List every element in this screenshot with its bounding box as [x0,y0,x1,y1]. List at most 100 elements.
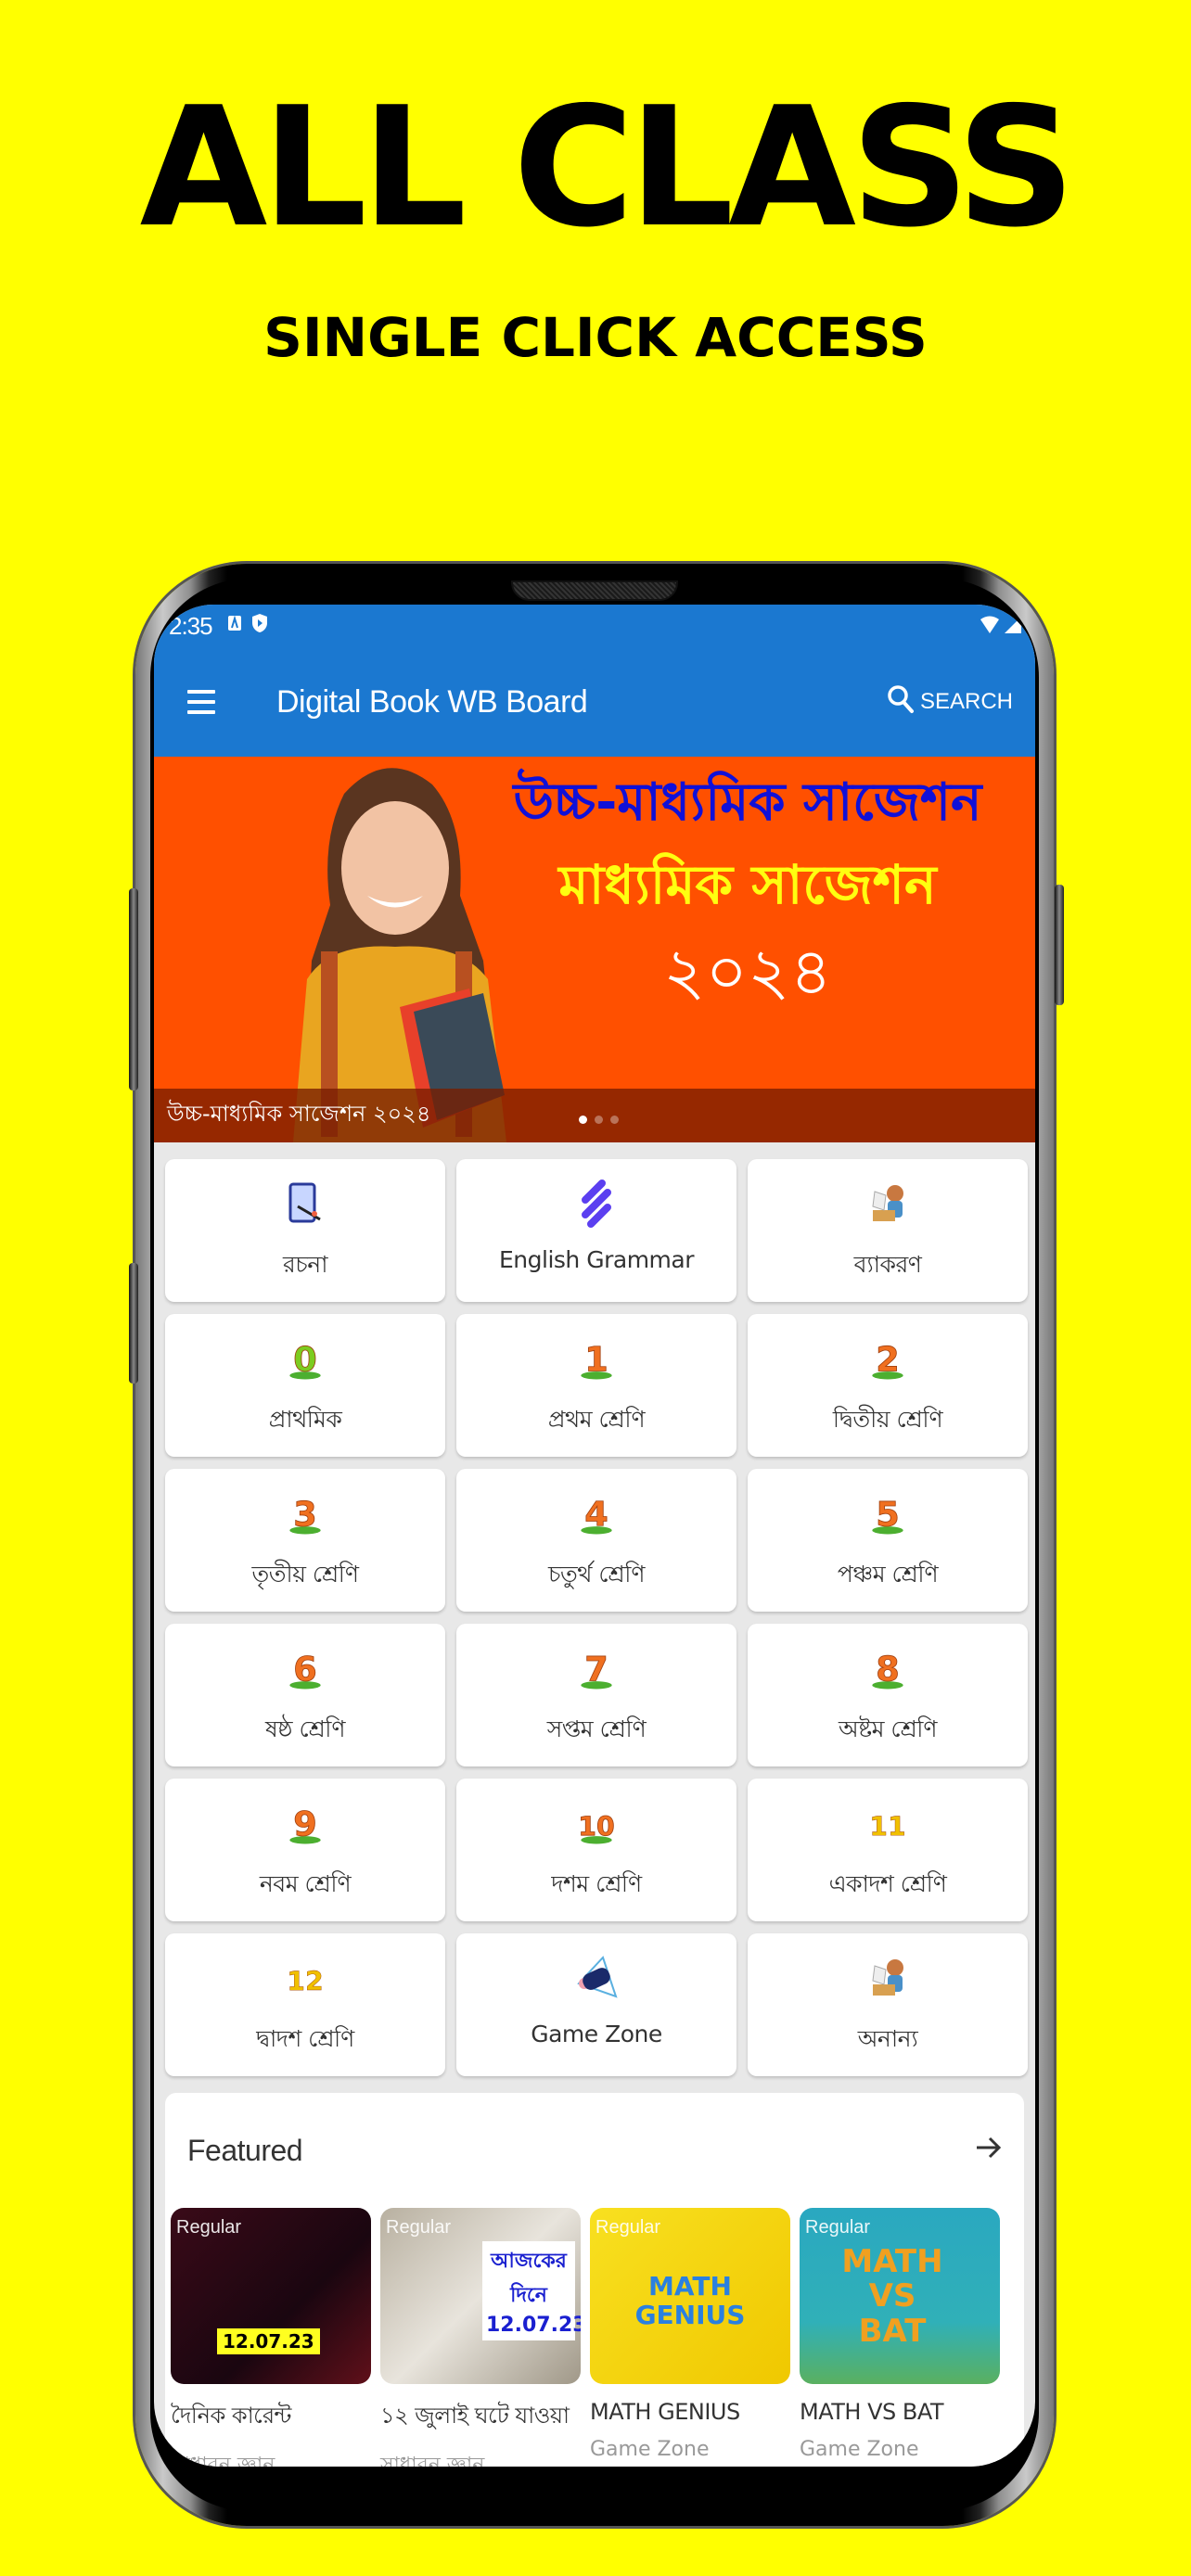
svg-text:8: 8 [876,1649,900,1689]
category-tile[interactable]: 4 চতুর্থ শ্রেণি [456,1469,736,1612]
category-label: রচনা [283,1251,327,1278]
number-11-icon: 11 [864,1799,911,1847]
wifi-icon [980,612,1000,641]
category-tile[interactable]: 11 একাদশ শ্রেণি [748,1779,1028,1921]
category-label: English Grammar [499,1246,695,1273]
number-0-icon: 0 [282,1334,328,1383]
number-7-icon: 7 [573,1644,620,1692]
category-tile[interactable]: 3 তৃতীয় শ্রেণি [165,1469,445,1612]
svg-text:7: 7 [584,1649,608,1689]
phone-volume-up-button [129,888,138,1090]
svg-text:6: 6 [293,1649,317,1689]
category-tile[interactable]: ব্যাকরণ [748,1159,1028,1302]
svg-text:1: 1 [584,1339,608,1379]
accessibility-icon [227,614,242,638]
category-tile[interactable]: 10 দশম শ্রেণি [456,1779,736,1921]
svg-text:3: 3 [293,1494,317,1534]
category-label: অনান্য [857,2025,918,2052]
banner-line-1: উচ্চ-মাধ্যমিক সাজেশন [513,772,982,833]
featured-card[interactable]: Regular MATH VS BAT MATH VS BAT Game Zone [800,2208,1000,2467]
category-label: নবম শ্রেণি [259,1870,352,1897]
featured-thumbnail: Regular MATH GENIUS [590,2208,790,2384]
category-label: প্রথম শ্রেণি [547,1406,646,1433]
hamburger-menu-icon[interactable] [187,674,245,730]
category-grid: রচনা English Grammar ব্যাকরণ 0 প্রাথমিক 1 প্রথ… [154,1142,1035,2076]
category-tile[interactable]: English Grammar [456,1159,736,1302]
featured-card-title: ১২ জুলাই ঘটে যাওয়া [380,2403,570,2429]
featured-card[interactable]: Regular আজকের দিনে 12.07.23 ১২ জুলাই ঘটে য… [380,2208,581,2467]
category-label: দ্বিতীয় শ্রেণি [832,1406,943,1433]
category-tile[interactable]: 7 সপ্তম শ্রেণি [456,1624,736,1766]
number-12-icon: 12 [282,1954,328,2002]
featured-card-subtitle: সাধারন জ্ঞান [171,2454,275,2467]
thumbnail-text: MATH VS BAT [841,2243,943,2350]
category-label: তৃতীয় শ্রেণি [251,1561,359,1588]
banner-line-2: মাধ্যমিক সাজেশন [558,853,937,916]
status-bar: 2:35 [154,605,1035,647]
featured-card-title: MATH VS BAT [800,2399,944,2425]
number-5-icon: 5 [864,1489,911,1537]
phone-screen: 2:35 Digital Book WB Board SEARCH উচ্চ-ম… [154,605,1035,2467]
featured-title: Featured [187,2133,303,2167]
category-tile[interactable]: রচনা [165,1159,445,1302]
category-tile[interactable]: অনান্য [748,1933,1028,2076]
category-tile[interactable]: 2 দ্বিতীয় শ্রেণি [748,1314,1028,1457]
category-label: প্রাথমিক [268,1406,342,1433]
number-10-icon: 10 [573,1799,620,1847]
category-label: চতুর্থ শ্রেণি [548,1561,645,1588]
category-label: দশম শ্রেণি [551,1870,642,1897]
carousel-dot[interactable] [579,1116,587,1124]
featured-card[interactable]: Regular 12.07.23 দৈনিক কারেন্ট সাধারন জ্ঞান [171,2208,371,2467]
student-reading-icon [864,1180,911,1228]
category-tile[interactable]: 6 ষষ্ঠ শ্রেণি [165,1624,445,1766]
promo-headline: ALL CLASS [139,71,1076,263]
thumbnail-text: MATH GENIUS [634,2271,746,2330]
number-4-icon: 4 [573,1489,620,1537]
carousel-dot[interactable] [595,1116,603,1124]
svg-text:5: 5 [876,1494,900,1534]
featured-thumbnail: Regular আজকের দিনে 12.07.23 [380,2208,581,2384]
category-tile[interactable]: 9 নবম শ্রেণি [165,1779,445,1921]
regular-badge: Regular [805,2217,871,2238]
category-tile[interactable]: 0 প্রাথমিক [165,1314,445,1457]
number-1-icon: 1 [573,1334,620,1383]
featured-cards: Regular 12.07.23 দৈনিক কারেন্ট সাধারন জ্ঞান… [165,2208,1024,2467]
featured-card-subtitle: Game Zone [800,2438,919,2461]
svg-text:4: 4 [584,1494,608,1534]
search-button[interactable]: SEARCH [887,684,1013,721]
number-3-icon: 3 [282,1489,328,1537]
category-tile[interactable]: 1 প্রথম শ্রেণি [456,1314,736,1457]
category-label: অষ্টম শ্রেণি [838,1715,938,1742]
number-9-icon: 9 [282,1799,328,1847]
category-tile[interactable]: 8 অষ্টম শ্রেণি [748,1624,1028,1766]
phone-volume-down-button [129,1263,138,1384]
svg-text:11: 11 [869,1811,905,1842]
featured-card-subtitle: সাধারন জ্ঞান [380,2454,485,2467]
featured-card[interactable]: Regular MATH GENIUS MATH GENIUS Game Zone [590,2208,790,2467]
carousel-dot[interactable] [610,1116,619,1124]
regular-badge: Regular [386,2217,452,2238]
category-tile[interactable]: 12 দ্বাদশ শ্রেণি [165,1933,445,2076]
category-label: ষষ্ঠ শ্রেণি [264,1715,346,1742]
arrow-right-icon[interactable] [974,2131,1002,2170]
featured-header: Featured [165,2093,1024,2208]
search-label: SEARCH [919,689,1013,714]
category-label: ব্যাকরণ [853,1251,922,1278]
category-label: দ্বাদশ শ্রেণি [256,2025,354,2052]
category-tile[interactable]: Game Zone [456,1933,736,2076]
svg-text:9: 9 [293,1804,317,1843]
number-8-icon: 8 [864,1644,911,1692]
phone-power-button [1055,885,1064,1005]
banner-line-3: ২০২৪ [663,934,832,1010]
featured-card-title: MATH GENIUS [590,2399,740,2425]
thumbnail-text: 12.07.23 [217,2328,320,2354]
category-tile[interactable]: 5 পঞ্চম শ্রেণি [748,1469,1028,1612]
svg-text:12: 12 [287,1966,323,1996]
banner-carousel[interactable]: উচ্চ-মাধ্যমিক সাজেশন মাধ্যমিক সাজেশন ২০২… [154,757,1035,1142]
number-6-icon: 6 [282,1644,328,1692]
featured-section: Featured Regular 12.07.23 দৈনিক কারেন্ট সাধ… [165,2093,1024,2467]
category-label: পঞ্চম শ্রেণি [837,1561,939,1588]
thumbnail-text: আজকের দিনে 12.07.23 [482,2241,581,2340]
featured-thumbnail: Regular MATH VS BAT [800,2208,1000,2384]
featured-thumbnail: Regular 12.07.23 [171,2208,371,2384]
